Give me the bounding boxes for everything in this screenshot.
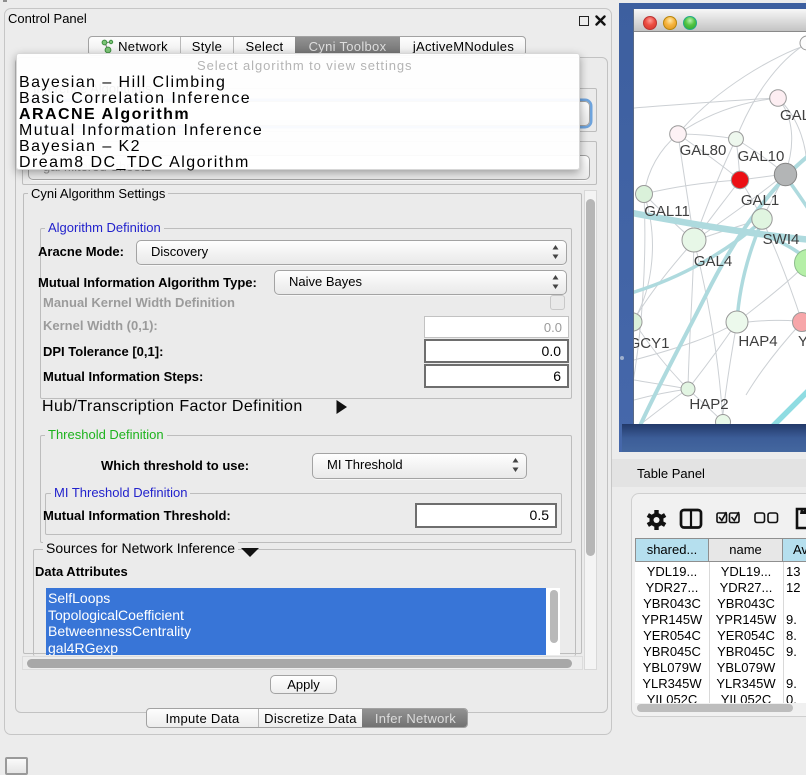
svg-text:GAL11: GAL11 xyxy=(644,203,690,220)
svg-text:GCY1: GCY1 xyxy=(634,335,669,352)
svg-text:GAL2: GAL2 xyxy=(780,107,806,124)
svg-text:GAL10: GAL10 xyxy=(738,148,785,165)
svg-text:HAP4: HAP4 xyxy=(738,333,777,350)
svg-text:GAL1: GAL1 xyxy=(741,192,779,209)
svg-text:SWI4: SWI4 xyxy=(763,231,800,248)
svg-text:YJL: YJL xyxy=(798,333,806,350)
svg-text:GAL4: GAL4 xyxy=(694,253,732,270)
svg-text:HAP2: HAP2 xyxy=(689,396,728,413)
svg-text:GAL80: GAL80 xyxy=(680,142,727,159)
